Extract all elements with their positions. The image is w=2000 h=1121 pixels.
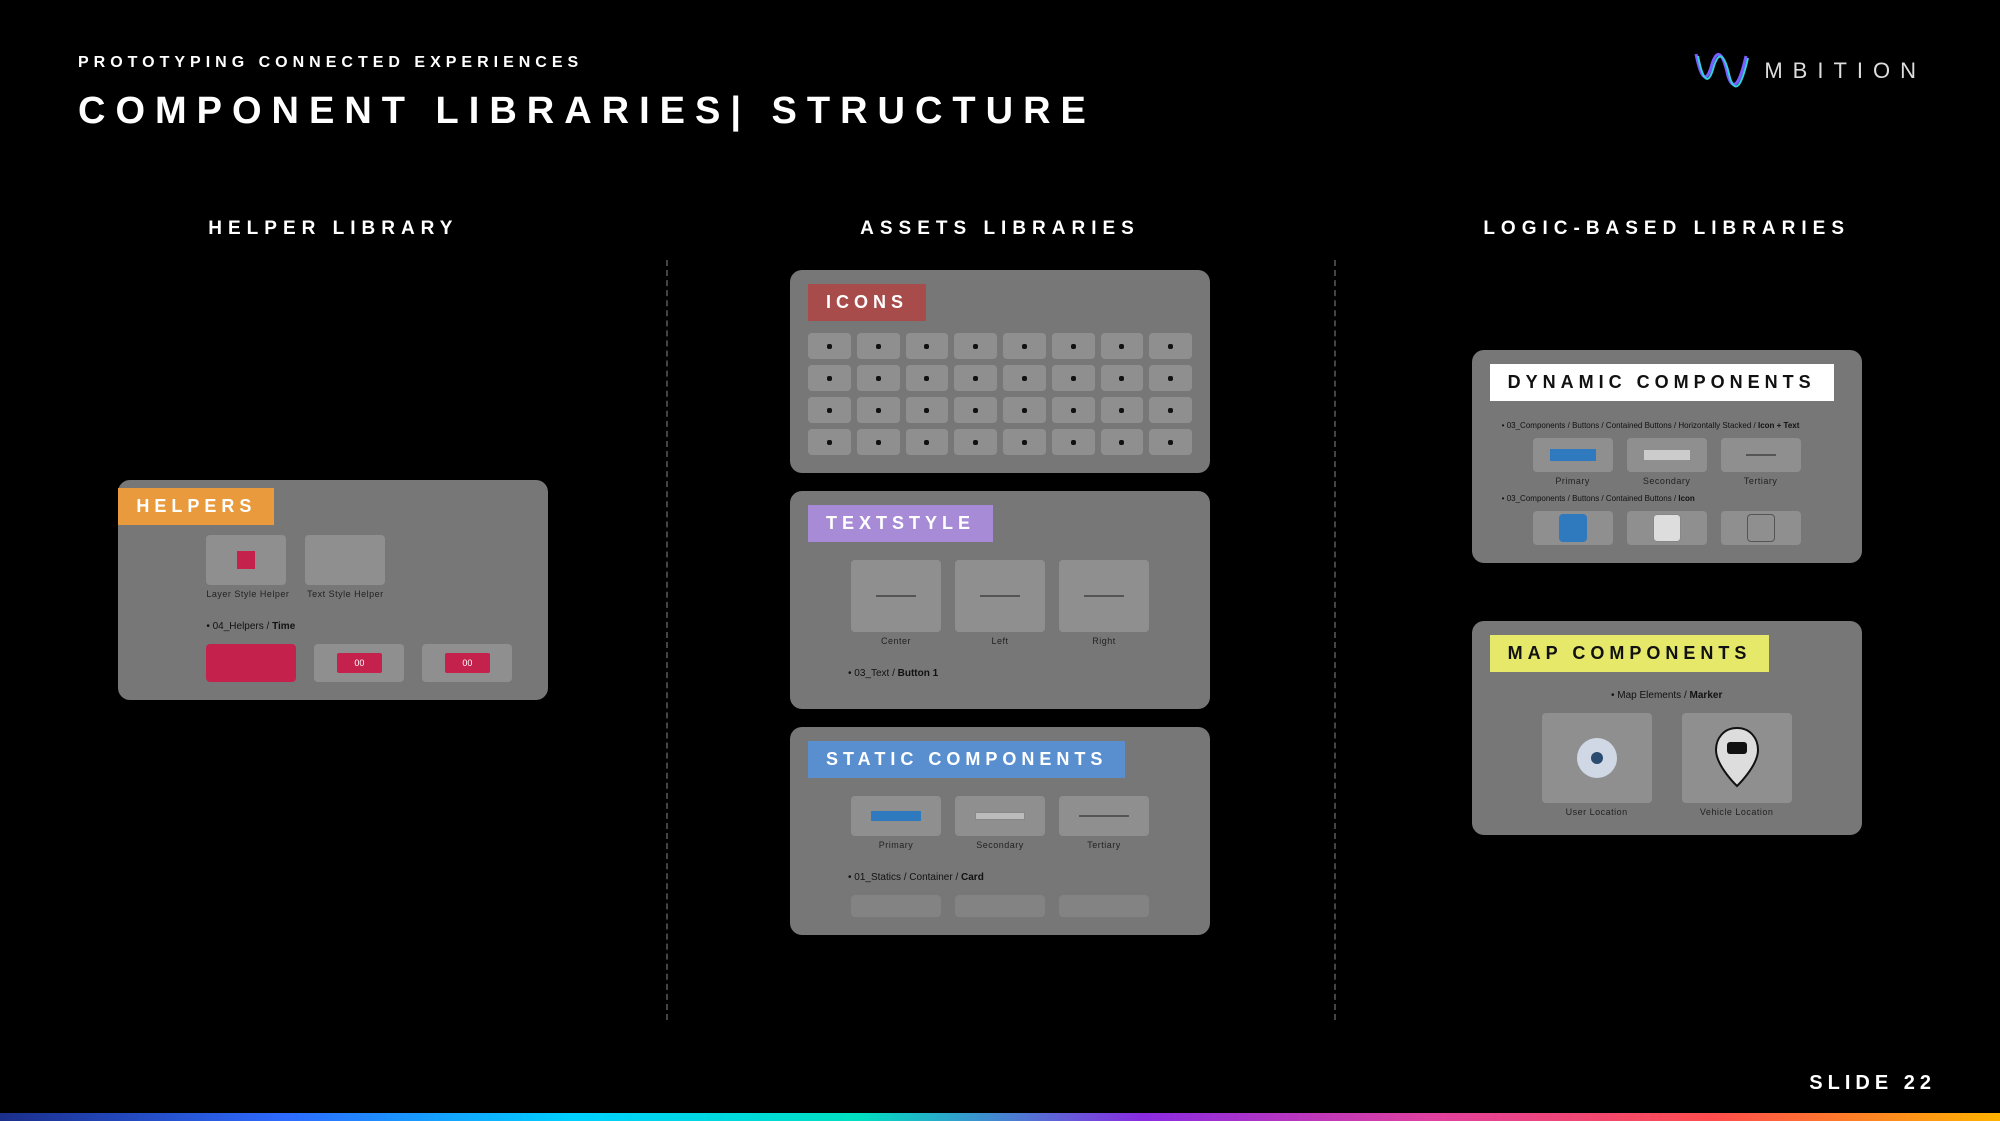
map-breadcrumb: • Map Elements / Marker (1490, 690, 1844, 701)
helper-item: Layer Style Helper (206, 589, 289, 599)
column-assets-title: ASSETS LIBRARIES (860, 218, 1140, 240)
icons-panel: ICONS (790, 270, 1210, 473)
dynamic-breadcrumb-1: • 03_Components / Buttons / Contained Bu… (1502, 421, 1844, 430)
dynamic-breadcrumb-2: • 03_Components / Buttons / Contained Bu… (1502, 494, 1844, 503)
icons-grid (808, 333, 1192, 455)
textstyle-label: TEXTSTYLE (808, 505, 993, 542)
helpers-panel: HELPERS Layer Style Helper Text Style He… (118, 480, 548, 700)
static-breadcrumb: • 01_Statics / Container / Card (848, 872, 1192, 883)
helpers-label: HELPERS (118, 488, 274, 525)
column-assets: ASSETS LIBRARIES ICONS TEXTSTYLE Center … (667, 200, 1334, 1040)
user-location-icon (1572, 733, 1622, 783)
dynamic-components-panel: DYNAMIC COMPONENTS • 03_Components / But… (1472, 350, 1862, 563)
brand-logo-text: MBITION (1764, 58, 1926, 84)
map-components-panel: MAP COMPONENTS • Map Elements / Marker U… (1472, 621, 1862, 835)
column-helper: HELPER LIBRARY HELPERS Layer Style Helpe… (0, 200, 667, 1040)
mbition-mark-icon (1692, 46, 1750, 96)
column-logic-title: LOGIC-BASED LIBRARIES (1483, 218, 1850, 240)
textstyle-panel: TEXTSTYLE Center Left Right • 03_Text / … (790, 491, 1210, 709)
brand-logo: MBITION (1692, 46, 1926, 96)
static-components-label: STATIC COMPONENTS (808, 741, 1125, 778)
vehicle-location-icon (1712, 726, 1762, 790)
map-item: Vehicle Location (1682, 807, 1792, 817)
map-components-label: MAP COMPONENTS (1490, 635, 1770, 672)
static-components-panel: STATIC COMPONENTS Primary Secondary Tert… (790, 727, 1210, 935)
column-helper-title: HELPER LIBRARY (208, 218, 458, 240)
map-item: User Location (1542, 807, 1652, 817)
dynamic-components-label: DYNAMIC COMPONENTS (1490, 364, 1834, 401)
helper-item: Text Style Helper (305, 589, 385, 599)
slide-number: SLIDE 22 (1809, 1072, 1936, 1095)
footer-accent-bar (0, 1113, 2000, 1121)
column-logic: LOGIC-BASED LIBRARIES DYNAMIC COMPONENTS… (1333, 200, 2000, 1040)
helpers-breadcrumb: • 04_Helpers / Time (206, 621, 530, 632)
slide-eyebrow: PROTOTYPING CONNECTED EXPERIENCES (78, 54, 1096, 72)
textstyle-breadcrumb: • 03_Text / Button 1 (848, 668, 1192, 679)
slide-title: COMPONENT LIBRARIES| STRUCTURE (78, 90, 1096, 133)
icons-label: ICONS (808, 284, 926, 321)
